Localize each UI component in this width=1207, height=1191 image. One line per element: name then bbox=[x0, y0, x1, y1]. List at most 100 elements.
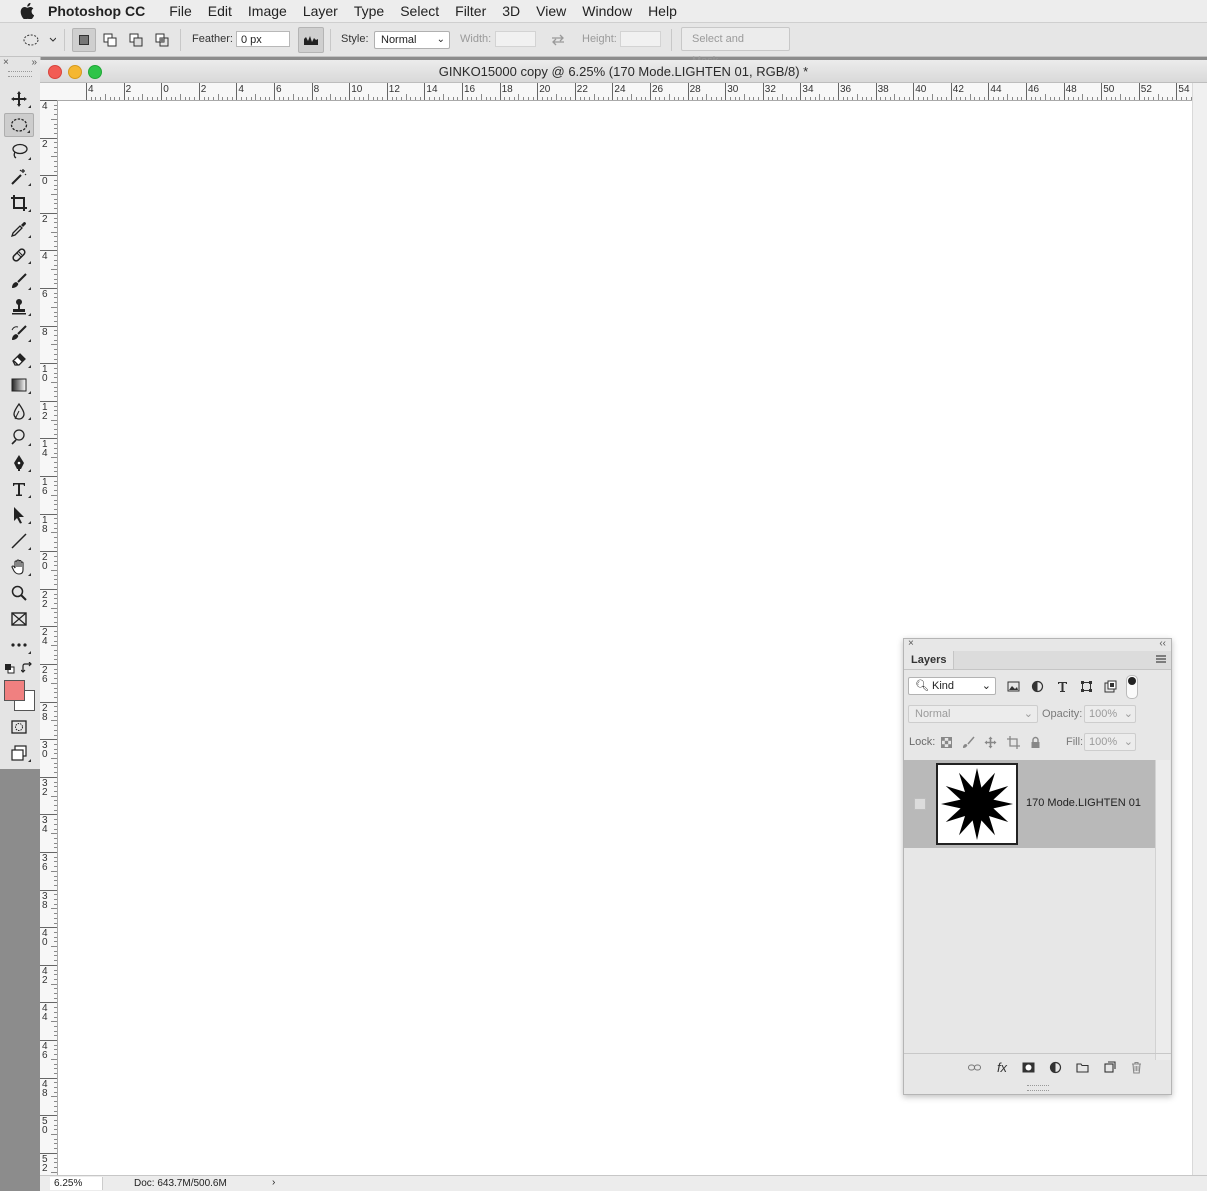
panel-menu-icon[interactable] bbox=[1155, 653, 1167, 668]
zoom-tool[interactable] bbox=[4, 581, 34, 605]
layer-name[interactable]: 170 Mode.LIGHTEN 01 bbox=[1026, 797, 1141, 809]
ruler-minor-tick bbox=[861, 97, 863, 100]
path-selection-tool[interactable] bbox=[4, 503, 34, 527]
edit-toolbar-button[interactable] bbox=[4, 633, 34, 657]
filter-type-icon[interactable] bbox=[1054, 678, 1070, 694]
tool-preset-picker[interactable] bbox=[18, 28, 60, 52]
foreground-color-swatch[interactable] bbox=[4, 680, 25, 701]
new-layer-icon[interactable] bbox=[1101, 1059, 1117, 1075]
ruler-minor-tick bbox=[54, 692, 57, 694]
filter-kind-select[interactable]: 🔍︎ Kind ⌄ bbox=[908, 677, 996, 695]
close-icon[interactable]: × bbox=[3, 57, 9, 71]
feather-input[interactable]: 0 px bbox=[236, 31, 290, 47]
blur-tool[interactable] bbox=[4, 399, 34, 423]
clone-stamp-tool[interactable] bbox=[4, 295, 34, 319]
options-bar: Feather: 0 px Style: Normal ⌄ Width: Hei… bbox=[0, 23, 1207, 67]
menu-select[interactable]: Select bbox=[392, 3, 447, 19]
healing-brush-tool[interactable] bbox=[4, 243, 34, 267]
swap-dimensions-button[interactable] bbox=[546, 28, 570, 52]
crop-tool[interactable] bbox=[4, 191, 34, 215]
hand-tool[interactable] bbox=[4, 555, 34, 579]
screen-mode-button[interactable] bbox=[4, 741, 34, 765]
filter-shape-icon[interactable] bbox=[1078, 678, 1094, 694]
opacity-field[interactable]: 100% ⌄ bbox=[1084, 705, 1136, 723]
height-input[interactable] bbox=[620, 31, 661, 47]
app-name[interactable]: Photoshop CC bbox=[48, 3, 145, 19]
lock-position-icon[interactable] bbox=[982, 734, 998, 750]
menu-edit[interactable]: Edit bbox=[200, 3, 240, 19]
close-panel-icon[interactable]: × bbox=[908, 638, 914, 649]
menu-layer[interactable]: Layer bbox=[295, 3, 346, 19]
lock-transparent-icon[interactable] bbox=[938, 734, 954, 750]
lock-image-icon[interactable] bbox=[960, 734, 976, 750]
horizontal-ruler[interactable]: 4 2 0 2 4 6 8 10 12 14 16 18 20 22 24 26 28 30 32 34 36 38 40 4… bbox=[40, 83, 1192, 101]
dodge-tool[interactable] bbox=[4, 425, 34, 449]
artboard-tool[interactable] bbox=[4, 607, 34, 631]
fx-icon[interactable]: fx bbox=[994, 1059, 1010, 1075]
eraser-tool[interactable] bbox=[4, 347, 34, 371]
width-input[interactable] bbox=[495, 31, 536, 47]
menu-type[interactable]: Type bbox=[346, 3, 392, 19]
filter-pixel-icon[interactable] bbox=[1005, 678, 1021, 694]
filter-adjustment-icon[interactable] bbox=[1029, 678, 1045, 694]
swap-colors-icon[interactable] bbox=[20, 661, 33, 674]
menu-filter[interactable]: Filter bbox=[447, 3, 494, 19]
new-adjustment-layer-icon[interactable] bbox=[1047, 1059, 1063, 1075]
layer-visibility-toggle[interactable] bbox=[914, 798, 926, 810]
menu-view[interactable]: View bbox=[528, 3, 574, 19]
menu-help[interactable]: Help bbox=[640, 3, 685, 19]
document-title-bar[interactable]: GINKO15000 copy @ 6.25% (170 Mode.LIGHTE… bbox=[40, 60, 1207, 83]
menu-image[interactable]: Image bbox=[240, 3, 295, 19]
ruler-label: 10 bbox=[42, 364, 48, 385]
new-group-icon[interactable] bbox=[1074, 1059, 1090, 1075]
filter-toggle-switch[interactable] bbox=[1126, 675, 1138, 699]
status-menu-arrow[interactable]: › bbox=[272, 1176, 275, 1190]
doc-size-info[interactable]: Doc: 643.7M/500.6M bbox=[134, 1177, 227, 1190]
gradient-tool[interactable] bbox=[4, 373, 34, 397]
panel-resize-grip[interactable] bbox=[1027, 1085, 1049, 1091]
layer-row[interactable]: 170 Mode.LIGHTEN 01 bbox=[904, 760, 1155, 848]
ruler-minor-tick bbox=[382, 97, 384, 100]
anti-alias-toggle[interactable] bbox=[298, 27, 324, 53]
collapse-panel-icon[interactable]: ‹‹ bbox=[1159, 638, 1166, 649]
lock-all-icon[interactable] bbox=[1027, 734, 1043, 750]
history-brush-tool[interactable] bbox=[4, 321, 34, 345]
panel-grip[interactable] bbox=[8, 71, 32, 77]
magic-wand-tool[interactable] bbox=[4, 165, 34, 189]
pen-tool[interactable] bbox=[4, 451, 34, 475]
blend-mode-select[interactable]: Normal ⌄ bbox=[908, 705, 1038, 723]
menu-window[interactable]: Window bbox=[574, 3, 640, 19]
layers-list-scrollbar[interactable] bbox=[1155, 760, 1170, 1060]
move-tool[interactable] bbox=[4, 87, 34, 111]
new-selection-button[interactable] bbox=[72, 28, 96, 52]
eyedropper-tool[interactable] bbox=[4, 217, 34, 241]
delete-layer-icon[interactable] bbox=[1128, 1059, 1144, 1075]
brush-tool[interactable] bbox=[4, 269, 34, 293]
menu-file[interactable]: File bbox=[161, 3, 200, 19]
default-colors-icon[interactable] bbox=[4, 663, 15, 674]
style-select[interactable]: Normal ⌄ bbox=[374, 31, 450, 49]
line-tool[interactable] bbox=[4, 529, 34, 553]
fill-field[interactable]: 100% ⌄ bbox=[1084, 733, 1136, 751]
apple-icon[interactable] bbox=[20, 3, 34, 19]
zoom-level-field[interactable]: 6.25% bbox=[50, 1177, 103, 1190]
elliptical-marquee-tool[interactable] bbox=[4, 113, 34, 137]
tab-layers[interactable]: Layers bbox=[904, 651, 955, 669]
vertical-scrollbar[interactable] bbox=[1192, 83, 1207, 1175]
quick-mask-button[interactable] bbox=[4, 715, 34, 739]
layer-thumbnail[interactable] bbox=[936, 763, 1018, 845]
select-and-mask-button[interactable]: Select and Mask... bbox=[681, 27, 790, 67]
lock-artboard-icon[interactable] bbox=[1005, 734, 1021, 750]
lasso-tool[interactable] bbox=[4, 139, 34, 163]
add-to-selection-button[interactable] bbox=[98, 28, 122, 52]
vertical-ruler[interactable]: 4 2 0 2 4 6 8 10 12 14 16 18 20 22 24 26 28 30 32 34 36 38 40 4… bbox=[40, 100, 58, 1175]
collapse-icon[interactable]: » bbox=[31, 57, 37, 71]
add-mask-icon[interactable] bbox=[1020, 1059, 1036, 1075]
link-layers-icon[interactable] bbox=[966, 1059, 982, 1075]
ruler-minor-tick bbox=[54, 217, 57, 219]
subtract-from-selection-button[interactable] bbox=[124, 28, 148, 52]
intersect-selection-button[interactable] bbox=[150, 28, 174, 52]
filter-smart-object-icon[interactable] bbox=[1102, 678, 1118, 694]
type-tool[interactable] bbox=[4, 477, 34, 501]
menu-3d[interactable]: 3D bbox=[494, 3, 528, 19]
